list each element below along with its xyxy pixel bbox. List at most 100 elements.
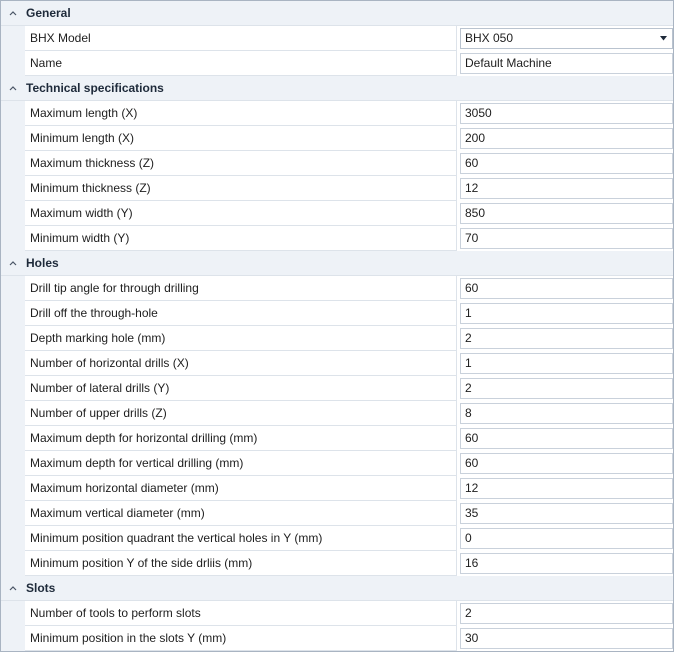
property-value-field[interactable]: Default Machine	[460, 53, 673, 74]
property-value-field[interactable]: 2	[460, 378, 673, 399]
property-row: Maximum depth for horizontal drilling (m…	[1, 426, 673, 451]
property-label: Maximum thickness (Z)	[25, 151, 457, 176]
property-row: Drill tip angle for through drilling 60	[1, 276, 673, 301]
property-row: Maximum length (X) 3050	[1, 101, 673, 126]
property-row: Depth marking hole (mm) 2	[1, 326, 673, 351]
chevron-up-icon[interactable]	[8, 259, 18, 267]
row-gutter	[1, 276, 25, 301]
property-label: Minimum thickness (Z)	[25, 176, 457, 201]
property-row: Name Default Machine	[1, 51, 673, 76]
property-row: Drill off the through-hole 1	[1, 301, 673, 326]
row-gutter	[1, 126, 25, 151]
category-header-general[interactable]: General	[1, 1, 673, 26]
property-value-field[interactable]: 12	[460, 478, 673, 499]
row-gutter	[1, 26, 25, 51]
property-label: Number of horizontal drills (X)	[25, 351, 457, 376]
property-row: Minimum position in the slots Y (mm) 30	[1, 626, 673, 651]
property-value-field[interactable]: 60	[460, 278, 673, 299]
row-gutter	[1, 426, 25, 451]
property-value-field[interactable]: 16	[460, 553, 673, 574]
property-label: Number of tools to perform slots	[25, 601, 457, 626]
row-gutter	[1, 626, 25, 651]
property-row: Maximum width (Y) 850	[1, 201, 673, 226]
property-label: Drill tip angle for through drilling	[25, 276, 457, 301]
property-label: Minimum width (Y)	[25, 226, 457, 251]
property-row: Minimum length (X) 200	[1, 126, 673, 151]
property-value-field[interactable]: 3050	[460, 103, 673, 124]
property-row: Maximum vertical diameter (mm) 35	[1, 501, 673, 526]
row-gutter	[1, 301, 25, 326]
property-label: Maximum depth for horizontal drilling (m…	[25, 426, 457, 451]
category-title: General	[26, 6, 71, 20]
row-gutter	[1, 51, 25, 76]
property-label: Maximum vertical diameter (mm)	[25, 501, 457, 526]
row-gutter	[1, 101, 25, 126]
property-row: Number of horizontal drills (X) 1	[1, 351, 673, 376]
row-gutter	[1, 201, 25, 226]
property-value-field[interactable]: 2	[460, 603, 673, 624]
property-value-field[interactable]: 70	[460, 228, 673, 249]
category-title: Holes	[26, 256, 59, 270]
row-gutter	[1, 476, 25, 501]
property-label: Minimum position Y of the side drliis (m…	[25, 551, 457, 576]
property-row: Maximum depth for vertical drilling (mm)…	[1, 451, 673, 476]
property-row: Maximum horizontal diameter (mm) 12	[1, 476, 673, 501]
property-value-field[interactable]: 0	[460, 528, 673, 549]
row-gutter	[1, 376, 25, 401]
property-value-field[interactable]: 60	[460, 428, 673, 449]
row-gutter	[1, 451, 25, 476]
property-value-field[interactable]: 30	[460, 628, 673, 649]
property-row: Maximum thickness (Z) 60	[1, 151, 673, 176]
property-row: Minimum position Y of the side drliis (m…	[1, 551, 673, 576]
category-header-slots[interactable]: Slots	[1, 576, 673, 601]
category-header-holes[interactable]: Holes	[1, 251, 673, 276]
property-label: Maximum horizontal diameter (mm)	[25, 476, 457, 501]
property-row: Number of lateral drills (Y) 2	[1, 376, 673, 401]
property-label: Maximum length (X)	[25, 101, 457, 126]
property-value-field[interactable]: 1	[460, 353, 673, 374]
row-gutter	[1, 226, 25, 251]
property-value-field[interactable]: 35	[460, 503, 673, 524]
property-label: Depth marking hole (mm)	[25, 326, 457, 351]
dropdown-arrow-icon[interactable]	[660, 36, 667, 41]
row-gutter	[1, 176, 25, 201]
row-gutter	[1, 351, 25, 376]
row-gutter	[1, 151, 25, 176]
property-label: BHX Model	[25, 26, 457, 51]
property-value-field[interactable]: 1	[460, 303, 673, 324]
category-header-technical-specifications[interactable]: Technical specifications	[1, 76, 673, 101]
row-gutter	[1, 526, 25, 551]
select-value: BHX 050	[465, 31, 514, 45]
row-gutter	[1, 501, 25, 526]
row-gutter	[1, 551, 25, 576]
property-label: Drill off the through-hole	[25, 301, 457, 326]
row-gutter	[1, 401, 25, 426]
property-label: Number of lateral drills (Y)	[25, 376, 457, 401]
category-title: Technical specifications	[26, 81, 164, 95]
row-gutter	[1, 601, 25, 626]
property-row: BHX Model BHX 050	[1, 26, 673, 51]
property-value-field[interactable]: 200	[460, 128, 673, 149]
property-value-field[interactable]: 60	[460, 153, 673, 174]
category-title: Slots	[26, 581, 56, 595]
property-value-field[interactable]: 2	[460, 328, 673, 349]
property-row: Minimum thickness (Z) 12	[1, 176, 673, 201]
property-grid: General BHX Model BHX 050 Name Default Machi…	[0, 0, 674, 652]
property-value-field[interactable]: 12	[460, 178, 673, 199]
property-value-field[interactable]: 8	[460, 403, 673, 424]
property-value-field[interactable]: 850	[460, 203, 673, 224]
property-label: Maximum width (Y)	[25, 201, 457, 226]
chevron-up-icon[interactable]	[8, 9, 18, 17]
property-label: Minimum length (X)	[25, 126, 457, 151]
property-label: Name	[25, 51, 457, 76]
property-value-field[interactable]: 60	[460, 453, 673, 474]
chevron-up-icon[interactable]	[8, 584, 18, 592]
property-label: Minimum position in the slots Y (mm)	[25, 626, 457, 651]
property-row: Number of upper drills (Z) 8	[1, 401, 673, 426]
property-row: Number of tools to perform slots 2	[1, 601, 673, 626]
chevron-up-icon[interactable]	[8, 84, 18, 92]
property-row: Minimum width (Y) 70	[1, 226, 673, 251]
property-label: Number of upper drills (Z)	[25, 401, 457, 426]
property-label: Minimum position quadrant the vertical h…	[25, 526, 457, 551]
property-select[interactable]: BHX 050	[460, 28, 673, 49]
